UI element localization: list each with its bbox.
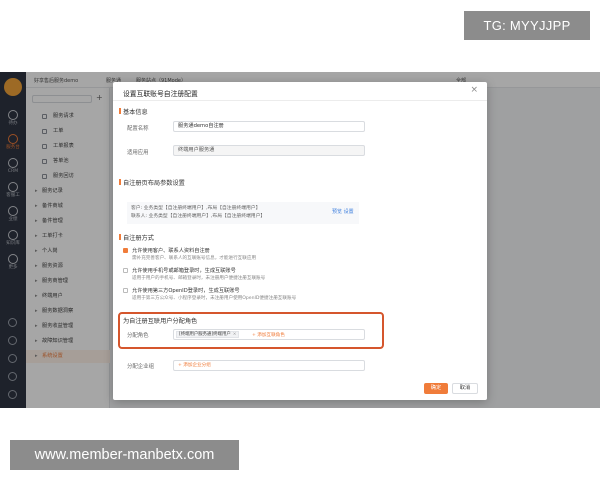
- company-group-label: 分配企业组: [127, 364, 154, 370]
- method-customer-title: 允许使用客户、联系人资料自注册: [132, 248, 210, 254]
- role-label: 分配角色: [127, 333, 149, 339]
- app-label: 适用应用: [127, 150, 149, 156]
- tag-close-icon[interactable]: ×: [233, 332, 237, 337]
- section-assign-role: 为自注册互联用户分配角色: [123, 318, 198, 325]
- layout-info-box: 客户: 业务类型【自注册终端用户】,布局【自注册终端用户】 联系人: 业务类型【…: [127, 202, 359, 224]
- method-phone-title: 允许使用手机号或邮箱登录时，生成互联账号: [132, 268, 236, 274]
- section-register-method: 自注册方式: [119, 234, 154, 242]
- self-register-config-dialog: 设置互联账号自注册配置 × 基本信息 配置名称 服务通demo自注册 适用应用 …: [113, 82, 487, 400]
- role-tag: [终端用户服务通]终端用户 ×: [176, 331, 240, 338]
- preview-settings-link[interactable]: 预览 设置: [332, 208, 354, 215]
- config-name-label: 配置名称: [127, 126, 149, 132]
- config-name-input[interactable]: 服务通demo自注册: [173, 121, 365, 132]
- app-input: 终端用户服务通: [173, 145, 365, 156]
- layout-contact-line: 联系人: 业务类型【自注册终端用户】,布局【自注册终端用户】: [131, 214, 266, 219]
- role-select[interactable]: [终端用户服务通]终端用户 × + 添加互联角色: [173, 329, 365, 340]
- method-openid-desc: 适用于第三方公众号、小程序登录时，未注册用户使用OpenID便捷注册互联账号: [132, 296, 297, 301]
- telegram-watermark: TG: MYYJJPP: [464, 11, 590, 40]
- url-watermark: www.member-manbetx.com: [10, 440, 239, 470]
- section-layout-settings: 自注册页布局参数设置: [119, 179, 185, 187]
- divider: [113, 100, 487, 101]
- close-icon[interactable]: ×: [470, 86, 478, 95]
- method-customer-checkbox[interactable]: [123, 248, 128, 253]
- method-phone-checkbox[interactable]: [123, 268, 128, 273]
- section-basic-info: 基本信息: [119, 108, 148, 116]
- method-openid-title: 允许使用第三方OpenID登录时，生成互联账号: [132, 288, 240, 294]
- add-role-link[interactable]: + 添加互联角色: [252, 332, 285, 338]
- confirm-button[interactable]: 确定: [424, 383, 448, 394]
- app-window: 待办 服务台 CRM 客服工 业绩 知识库 更多 好享售后服务demo 服务通 …: [0, 72, 600, 408]
- cancel-button[interactable]: 取消: [452, 383, 478, 394]
- company-group-input[interactable]: + 添加企业分组: [173, 360, 365, 371]
- method-customer-desc: 需补充完善客户、联系人的互联账号信息，才能进行互联应用: [132, 256, 257, 261]
- method-phone-desc: 适用于用户的手机号、邮箱登录时，未注册用户便捷注册互联账号: [132, 276, 266, 281]
- dialog-title: 设置互联账号自注册配置: [123, 90, 198, 98]
- method-openid-checkbox[interactable]: [123, 288, 128, 293]
- layout-customer-line: 客户: 业务类型【自注册终端用户】,布局【自注册终端用户】: [131, 206, 261, 211]
